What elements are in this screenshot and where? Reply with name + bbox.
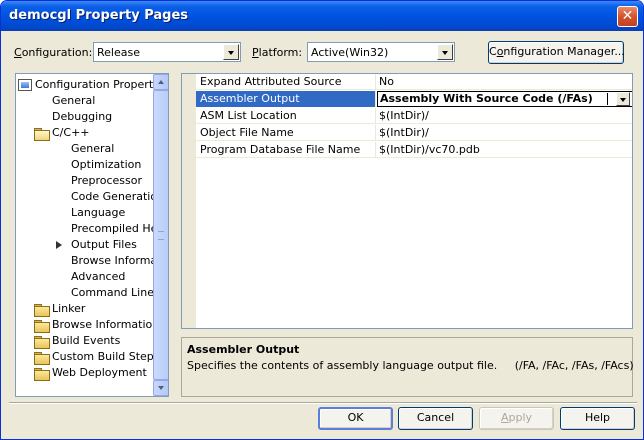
platform-label: Platform: xyxy=(252,46,303,59)
property-tree[interactable]: Configuration Properties General Debuggi… xyxy=(15,73,169,397)
folder-icon xyxy=(34,352,50,365)
divider xyxy=(9,402,637,404)
property-value[interactable]: $(IntDir)/ xyxy=(377,108,632,124)
tree-item-code-generation[interactable]: Code Generation xyxy=(71,189,164,205)
folder-open-icon xyxy=(34,128,50,141)
description-panel: Assembler Output Specifies the contents … xyxy=(181,337,634,397)
tree-item-precompiled-headers[interactable]: Precompiled Hea xyxy=(71,221,164,237)
property-grid[interactable]: Expand Attributed Source No Assembler Ou… xyxy=(181,73,633,329)
grid-margin xyxy=(182,74,196,328)
ok-button[interactable]: OK xyxy=(318,407,393,430)
help-button[interactable]: Help xyxy=(560,407,635,430)
tree-item-language[interactable]: Language xyxy=(71,205,125,221)
property-name: Assembler Output xyxy=(196,91,376,107)
folder-icon xyxy=(34,368,50,381)
configuration-value: Release xyxy=(97,46,140,59)
property-pages-dialog: democgl Property Pages ✕ Configuration: … xyxy=(0,0,644,440)
config-properties-icon xyxy=(18,79,32,91)
close-button[interactable]: ✕ xyxy=(617,6,638,27)
platform-select[interactable]: Active(Win32) xyxy=(307,42,455,62)
configuration-select[interactable]: Release xyxy=(93,42,241,62)
scrollbar-thumb[interactable] xyxy=(153,90,168,380)
apply-button[interactable]: Apply xyxy=(479,407,554,430)
tree-item-debugging[interactable]: Debugging xyxy=(52,109,112,125)
platform-value: Active(Win32) xyxy=(311,46,389,59)
chevron-down-icon[interactable] xyxy=(437,44,453,60)
property-name: Object File Name xyxy=(196,125,376,141)
property-value-text: Assembly With Source Code (/FAs) xyxy=(380,92,593,105)
tree-item-optimization[interactable]: Optimization xyxy=(71,157,141,173)
property-row[interactable]: Object File Name $(IntDir)/ xyxy=(196,125,632,141)
folder-icon xyxy=(34,304,50,317)
configuration-label: Configuration: xyxy=(14,46,93,59)
property-value-dropdown[interactable]: Assembly With Source Code (/FAs) xyxy=(377,91,632,107)
tree-item-cpp-general[interactable]: General xyxy=(71,141,114,157)
configuration-manager-button[interactable]: Configuration Manager... xyxy=(488,41,625,64)
description-title: Assembler Output xyxy=(187,343,300,356)
current-page-arrow-icon xyxy=(56,241,62,249)
tree-item-command-line[interactable]: Command Line xyxy=(71,285,154,301)
tree-item-browse-information-cpp[interactable]: Browse Informat xyxy=(71,253,161,269)
tree-scrollbar[interactable] xyxy=(153,74,168,396)
property-row-selected[interactable]: Assembler Output Assembly With Source Co… xyxy=(196,91,632,107)
property-value[interactable]: $(IntDir)/ xyxy=(377,125,632,141)
property-name: Expand Attributed Source xyxy=(196,74,376,90)
tree-item-preprocessor[interactable]: Preprocessor xyxy=(71,173,142,189)
window-title: democgl Property Pages xyxy=(9,8,189,23)
chevron-down-icon[interactable] xyxy=(616,92,630,106)
property-name: ASM List Location xyxy=(196,108,376,124)
description-text: Specifies the contents of assembly langu… xyxy=(187,359,634,372)
property-row[interactable]: Program Database File Name $(IntDir)/vc7… xyxy=(196,142,632,158)
folder-icon xyxy=(34,336,50,349)
tree-item-advanced[interactable]: Advanced xyxy=(71,269,125,285)
property-row[interactable]: Expand Attributed Source No xyxy=(196,74,632,90)
scroll-down-icon[interactable] xyxy=(153,380,168,396)
cancel-button[interactable]: Cancel xyxy=(398,407,473,430)
close-icon: ✕ xyxy=(621,8,634,24)
tree-item-general[interactable]: General xyxy=(52,93,95,109)
scroll-up-icon[interactable] xyxy=(153,74,168,90)
text-caret xyxy=(607,93,608,105)
property-name: Program Database File Name xyxy=(196,142,376,158)
property-value[interactable]: No xyxy=(377,74,632,90)
property-row[interactable]: ASM List Location $(IntDir)/ xyxy=(196,108,632,124)
folder-icon xyxy=(34,320,50,333)
property-value[interactable]: $(IntDir)/vc70.pdb xyxy=(377,142,632,158)
chevron-down-icon[interactable] xyxy=(223,44,239,60)
title-bar[interactable]: democgl Property Pages ✕ xyxy=(1,1,643,31)
